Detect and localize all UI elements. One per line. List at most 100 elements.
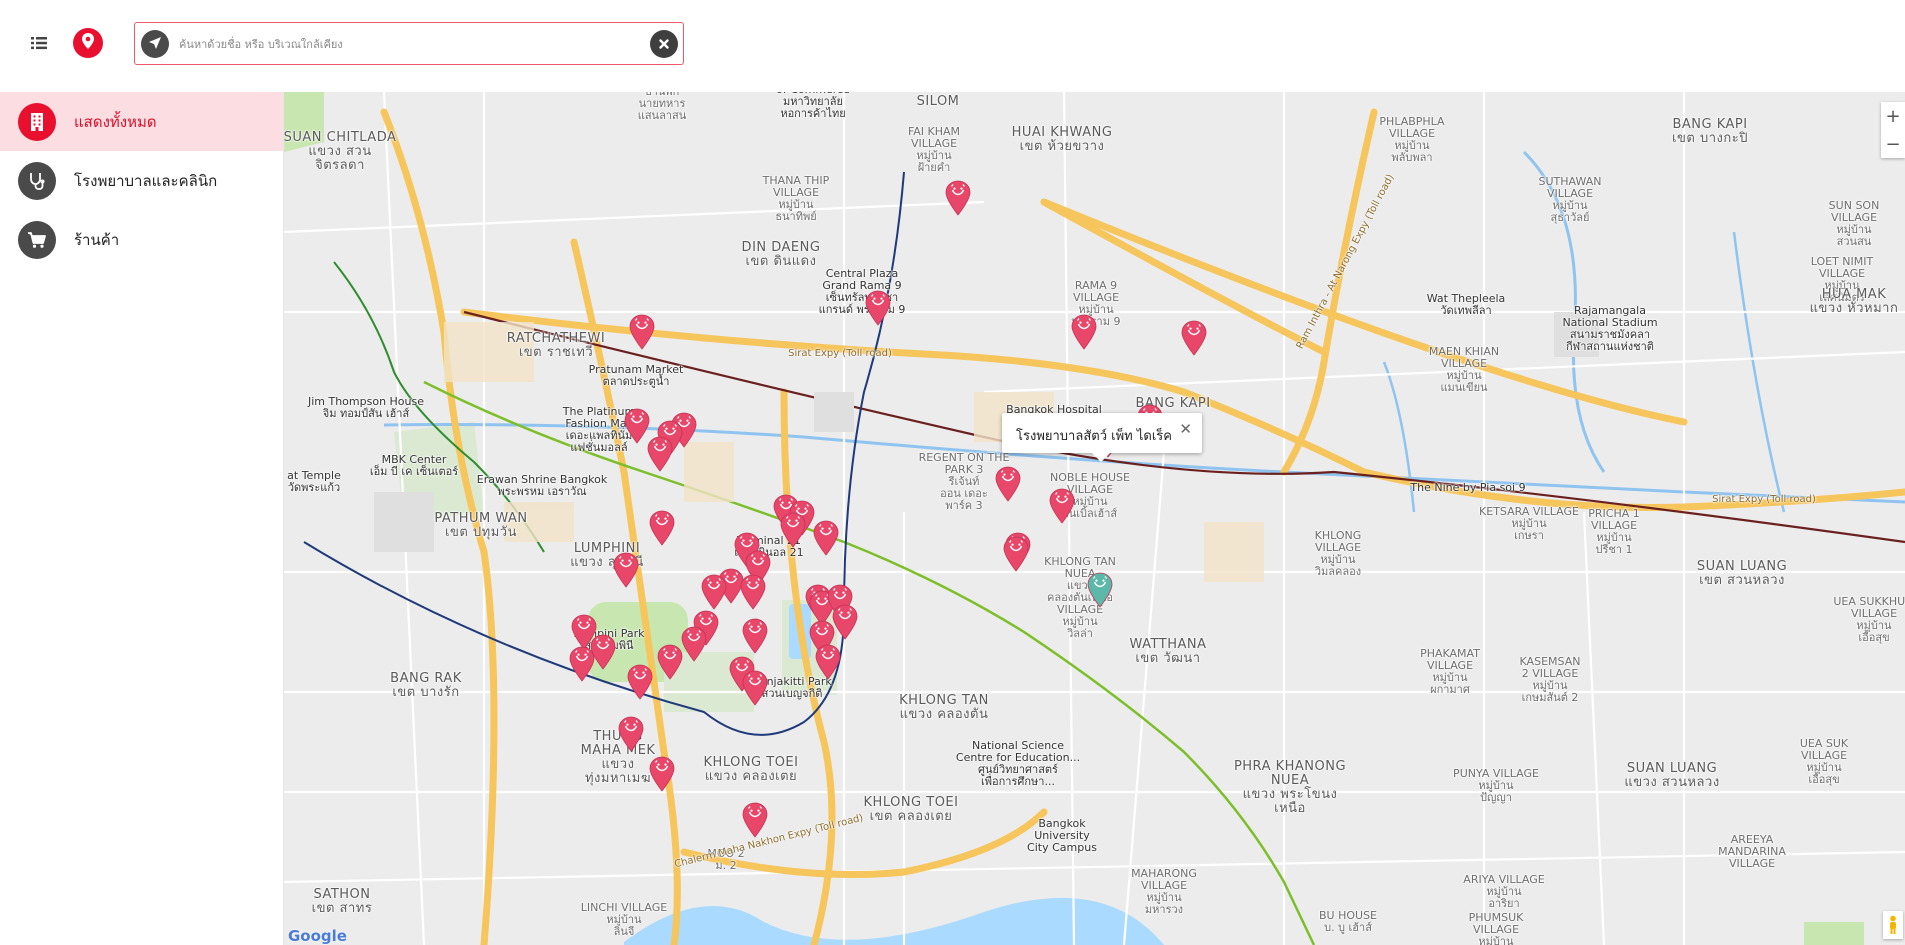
vet-location-marker[interactable] xyxy=(1071,314,1097,350)
district-label: KHLONG TOEI แขวง คลองเตย xyxy=(703,755,799,784)
district-label: WATTHANA เขต วัฒนา xyxy=(1129,637,1207,666)
vet-location-marker[interactable] xyxy=(995,466,1021,502)
vet-location-marker[interactable] xyxy=(1003,536,1029,572)
district-label: SUAN CHITLADA แขวง สวน จิตรลดา xyxy=(284,130,397,173)
zoom-control: + − xyxy=(1881,102,1905,158)
district-label: KHLONG TAN แขวง คลองตัน xyxy=(899,693,989,722)
vet-location-marker[interactable] xyxy=(742,802,768,838)
district-label: KHLONG TOEI เขต คลองเตย xyxy=(863,795,959,824)
navigation-arrow-icon xyxy=(148,35,162,54)
poi-label: National Science Centre for Education...… xyxy=(955,739,1081,788)
poi-label: Central Plaza Grand Rama 9 เซ็นทรัลพลาซา… xyxy=(818,267,906,316)
village-label: SUN SON VILLAGE หมู่บ้าน สวนสน xyxy=(1828,199,1880,248)
poi-label: Rajamangala National Stadium สนามราชมังค… xyxy=(1562,304,1658,353)
district-label: PHRA KHANONG NUEA แขวง พระโขนง เหนือ xyxy=(1233,759,1347,816)
vet-location-marker[interactable] xyxy=(1049,488,1075,524)
village-label: FAI KHAM VILLAGE หมู่บ้าน ฝ้ายคำ xyxy=(907,125,961,174)
village-label: MAEN KHIAN VILLAGE หมู่บ้าน แมนเขียน xyxy=(1428,345,1500,394)
village-label: MAHARONG VILLAGE หมู่บ้าน มหารวง xyxy=(1131,867,1197,916)
village-label: AREEYA MANDARINA VILLAGE xyxy=(1718,833,1786,870)
selected-location-marker[interactable] xyxy=(1087,572,1113,608)
vet-location-marker[interactable] xyxy=(627,664,653,700)
road-label: Sirat Expy (Toll road) xyxy=(788,348,892,359)
village-label: UEA SUK VILLAGE หมู่บ้าน เอื้อสุข xyxy=(1799,737,1849,786)
vet-location-marker[interactable] xyxy=(1181,320,1207,356)
poi-label: at Temple วัดพระแก้ว xyxy=(287,469,341,494)
clear-search-button[interactable] xyxy=(650,30,678,58)
poi-label: The Nine by Pia soi 9 xyxy=(1410,481,1526,494)
district-label: SUAN LUANG เขต สวนหลวง xyxy=(1696,559,1788,588)
map-pin-icon xyxy=(81,32,95,54)
vet-location-marker[interactable] xyxy=(740,574,766,610)
district-label: HUA MAK แขวง หัวหมาก xyxy=(1809,287,1899,316)
vet-location-marker[interactable] xyxy=(865,290,891,326)
village-label: KASEMSAN 2 VILLAGE หมู่บ้าน เกษมสันต์ 2 xyxy=(1519,655,1581,704)
google-logo: Google xyxy=(288,927,347,945)
vet-location-marker[interactable] xyxy=(742,618,768,654)
vet-location-marker[interactable] xyxy=(618,716,644,752)
vet-location-marker[interactable] xyxy=(701,574,727,610)
village-label: VILLAGE บ้านพัก นายทหาร แสนลาสน xyxy=(637,92,687,122)
village-label: PHUMSUK VILLAGE หมู่บ้าน xyxy=(1468,911,1524,945)
zoom-out-button[interactable]: − xyxy=(1881,130,1905,158)
district-label: BANG RAK เขต บางรัก xyxy=(390,671,462,700)
list-view-icon[interactable] xyxy=(28,32,50,54)
vet-location-marker[interactable] xyxy=(649,510,675,546)
village-label: PRICHA 1 VILLAGE หมู่บ้าน ปรีชา 1 xyxy=(1588,507,1640,556)
vet-location-marker[interactable] xyxy=(629,314,655,350)
sidebar-item-label: โรงพยาบาลและคลินิก xyxy=(74,171,218,190)
poi-label: Jim Thompson House จิม ทอมป์สัน เฮ้าส์ xyxy=(307,395,425,420)
district-label: PATHUM WAN เขต ปทุมวัน xyxy=(434,511,528,540)
district-label: DIN DAENG เขต ดินแดง xyxy=(741,240,821,269)
search-input[interactable] xyxy=(177,29,627,59)
stethoscope-icon xyxy=(18,161,56,200)
locate-me-button[interactable] xyxy=(141,30,169,58)
village-label: SUTHAWAN VILLAGE หมู่บ้าน สุธาวัลย์ xyxy=(1538,175,1602,224)
road-label: Sirat Expy (Toll road) xyxy=(1712,494,1816,505)
sidebar-item-hospitals[interactable]: โรงพยาบาลและคลินิก xyxy=(0,151,283,210)
map-view-button[interactable] xyxy=(73,28,103,58)
vet-location-marker[interactable] xyxy=(657,644,683,680)
vet-location-marker[interactable] xyxy=(681,626,707,662)
vet-location-marker[interactable] xyxy=(832,604,858,640)
district-label: HUAI KHWANG เขต ห้วยขวาง xyxy=(1011,125,1113,154)
vet-location-marker[interactable] xyxy=(647,436,673,472)
vet-location-marker[interactable] xyxy=(945,180,971,216)
info-window[interactable]: โรงพยาบาลสัตว์ เพ็ท ไดเร็ค ✕ xyxy=(1002,413,1202,462)
close-icon xyxy=(658,35,670,54)
village-label: UEA SUKKHUM VILLAGE หมู่บ้าน เอื้อสุข xyxy=(1833,595,1905,644)
district-label: SATHON เขต สาทร xyxy=(311,887,373,916)
village-label: PHAKAMAT VILLAGE หมู่บ้าน ผกามาศ xyxy=(1420,647,1480,696)
village-label: PHLABPHLA VILLAGE หมู่บ้าน พลับพลา xyxy=(1379,115,1445,164)
close-icon[interactable]: ✕ xyxy=(1179,422,1192,437)
vet-location-marker[interactable] xyxy=(742,670,768,706)
info-window-title: โรงพยาบาลสัตว์ เพ็ท ไดเร็ค xyxy=(1016,429,1172,444)
top-bar xyxy=(0,0,1905,92)
vet-location-marker[interactable] xyxy=(815,644,841,680)
vet-location-marker[interactable] xyxy=(649,756,675,792)
cart-icon xyxy=(18,220,56,259)
street-view-pegman-icon[interactable] xyxy=(1883,911,1903,939)
vet-location-marker[interactable] xyxy=(780,512,806,548)
poi-label: Wat Thepleela วัดเทพลีลา xyxy=(1426,292,1506,317)
vet-location-marker[interactable] xyxy=(569,646,595,682)
district-label: RATCHATHEWI เขต ราชเทวี xyxy=(506,331,606,360)
sidebar-item-shops[interactable]: ร้านค้า xyxy=(0,210,283,269)
poi-label: Pratunam Market ตลาดประตูน้ำ xyxy=(588,363,684,388)
category-sidebar: แสดงทั้งหมด โรงพยาบาลและคลินิก ร้านค้า xyxy=(0,92,284,945)
university-label: of Commerce มหาวิทยาลัย หอการค้าไทย xyxy=(776,92,850,120)
search-bar xyxy=(134,22,684,65)
zoom-in-button[interactable]: + xyxy=(1881,102,1905,130)
village-label: KETSARA VILLAGE หมู่บ้าน เกษรา xyxy=(1479,505,1579,542)
map-canvas[interactable]: VILLAGE บ้านพัก นายทหาร แสนลาสน of Comme… xyxy=(284,92,1905,945)
district-label: BANG KAPI เขต บางกะปิ xyxy=(1672,117,1748,146)
vet-location-marker[interactable] xyxy=(613,552,639,588)
village-label: PUNYA VILLAGE หมู่บ้าน ปัญญา xyxy=(1453,767,1539,804)
village-label: BU HOUSE บ. บู เฮ้าส์ xyxy=(1318,909,1378,934)
village-label: ARIYA VILLAGE หมู่บ้าน อาริยา xyxy=(1463,873,1545,910)
sidebar-item-show-all[interactable]: แสดงทั้งหมด xyxy=(0,92,283,151)
village-label: THANA THIP VILLAGE หมู่บ้าน ธนาทิพย์ xyxy=(762,174,830,223)
poi-label: MBK Center เอ็ม บี เค เซ็นเตอร์ xyxy=(369,453,459,478)
district-label: SILOM xyxy=(916,94,960,109)
vet-location-marker[interactable] xyxy=(813,520,839,556)
